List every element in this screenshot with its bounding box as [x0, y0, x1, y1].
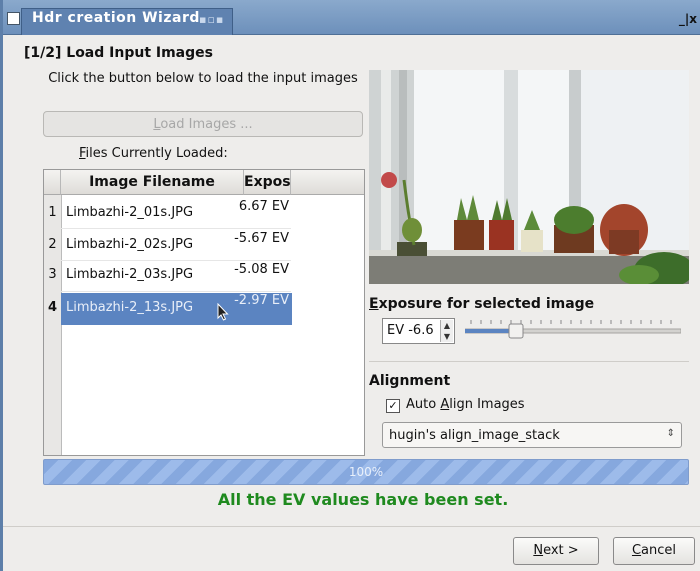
next-button[interactable]: Next >: [513, 537, 599, 565]
title-bar[interactable]: Hdr creation Wizard ▪▫▪ _|x: [3, 0, 700, 35]
exposure-slider[interactable]: [465, 318, 681, 342]
image-table[interactable]: Image Filename Exposure 1 Limbazhi-2_01s…: [43, 169, 365, 456]
window-controls[interactable]: _|x: [679, 12, 697, 26]
table-row-filename[interactable]: Limbazhi-2_02s.JPG: [66, 237, 193, 252]
row-divider: [61, 228, 291, 229]
load-label: oad Images ...: [160, 117, 253, 132]
table-row-filename[interactable]: Limbazhi-2_03s.JPG: [66, 267, 193, 282]
exposure-spin-value[interactable]: EV -6.6: [387, 323, 434, 338]
slider-fill: [465, 329, 509, 333]
window-menu-icon[interactable]: [7, 12, 20, 25]
exposure-label-text: xposure for selected image: [378, 296, 595, 312]
auto-align-text: lign Images: [449, 397, 525, 412]
row-divider: [61, 291, 291, 292]
row-number-column: [44, 195, 62, 455]
auto-align-label[interactable]: Auto Align Images: [406, 397, 525, 412]
table-row-exposure[interactable]: -5.08 EV: [214, 262, 289, 277]
slider-ticks: [470, 320, 672, 324]
auto-align-mnemonic: A: [440, 397, 450, 412]
cancel-button[interactable]: Cancel: [613, 537, 695, 565]
auto-align-prefix: Auto: [406, 397, 441, 412]
column-header-exposure[interactable]: Exposure: [244, 170, 317, 195]
row-divider: [61, 260, 291, 261]
cancel-mnemonic: C: [631, 543, 642, 558]
files-loaded-label: Files Currently Loaded:: [79, 146, 228, 161]
auto-align-checkbox[interactable]: ✓: [386, 399, 400, 413]
alignment-label: Alignment: [369, 373, 451, 389]
load-instruction: Click the button below to load the input…: [48, 71, 358, 86]
footer-divider: [3, 526, 700, 527]
exposure-mnemonic: E: [369, 296, 379, 312]
align-method-value: hugin's align_image_stack: [389, 428, 560, 443]
table-row-filename[interactable]: Limbazhi-2_01s.JPG: [66, 205, 193, 220]
table-row-exposure[interactable]: -5.67 EV: [214, 231, 289, 246]
row-number: 4: [47, 300, 58, 315]
table-row-exposure[interactable]: 6.67 EV: [214, 199, 289, 214]
image-preview: [369, 70, 689, 284]
exposure-label: Exposure for selected image: [369, 296, 594, 312]
header-filler: [291, 170, 364, 195]
row-number: 1: [48, 205, 57, 220]
progress-label: 100%: [348, 465, 384, 479]
next-mnemonic: N: [533, 543, 544, 558]
corner-header: [44, 170, 61, 195]
status-message: All the EV values have been set.: [217, 490, 509, 509]
exposure-spinbox[interactable]: EV -6.6 ▲ ▼: [382, 318, 455, 344]
section-divider: [369, 361, 689, 362]
window-title: Hdr creation Wizard: [32, 10, 200, 26]
progress-bar: 100%: [43, 459, 689, 485]
window-plants-photo: [369, 70, 689, 284]
select-arrows-icon: ⇕: [666, 428, 675, 439]
load-images-button[interactable]: Load Images ...: [43, 111, 363, 137]
slider-handle[interactable]: [508, 323, 524, 339]
title-grip-icon: ▪▫▪: [199, 13, 225, 26]
mouse-cursor-icon: [217, 303, 229, 321]
next-label: ext >: [543, 543, 579, 558]
table-row-filename-selected[interactable]: Limbazhi-2_13s.JPG: [66, 300, 193, 315]
cancel-label: ancel: [641, 543, 677, 558]
spin-arrows-icon[interactable]: ▲ ▼: [440, 320, 453, 342]
hdr-wizard-window: Hdr creation Wizard ▪▫▪ _|x [1/2] Load I…: [0, 0, 700, 571]
row-number: 2: [48, 237, 57, 252]
align-method-select[interactable]: hugin's align_image_stack ⇕: [382, 422, 682, 448]
step-heading: [1/2] Load Input Images: [24, 45, 213, 61]
files-label-text: iles Currently Loaded:: [85, 146, 228, 161]
column-header-filename[interactable]: Image Filename: [61, 170, 244, 195]
row-number: 3: [48, 267, 57, 282]
